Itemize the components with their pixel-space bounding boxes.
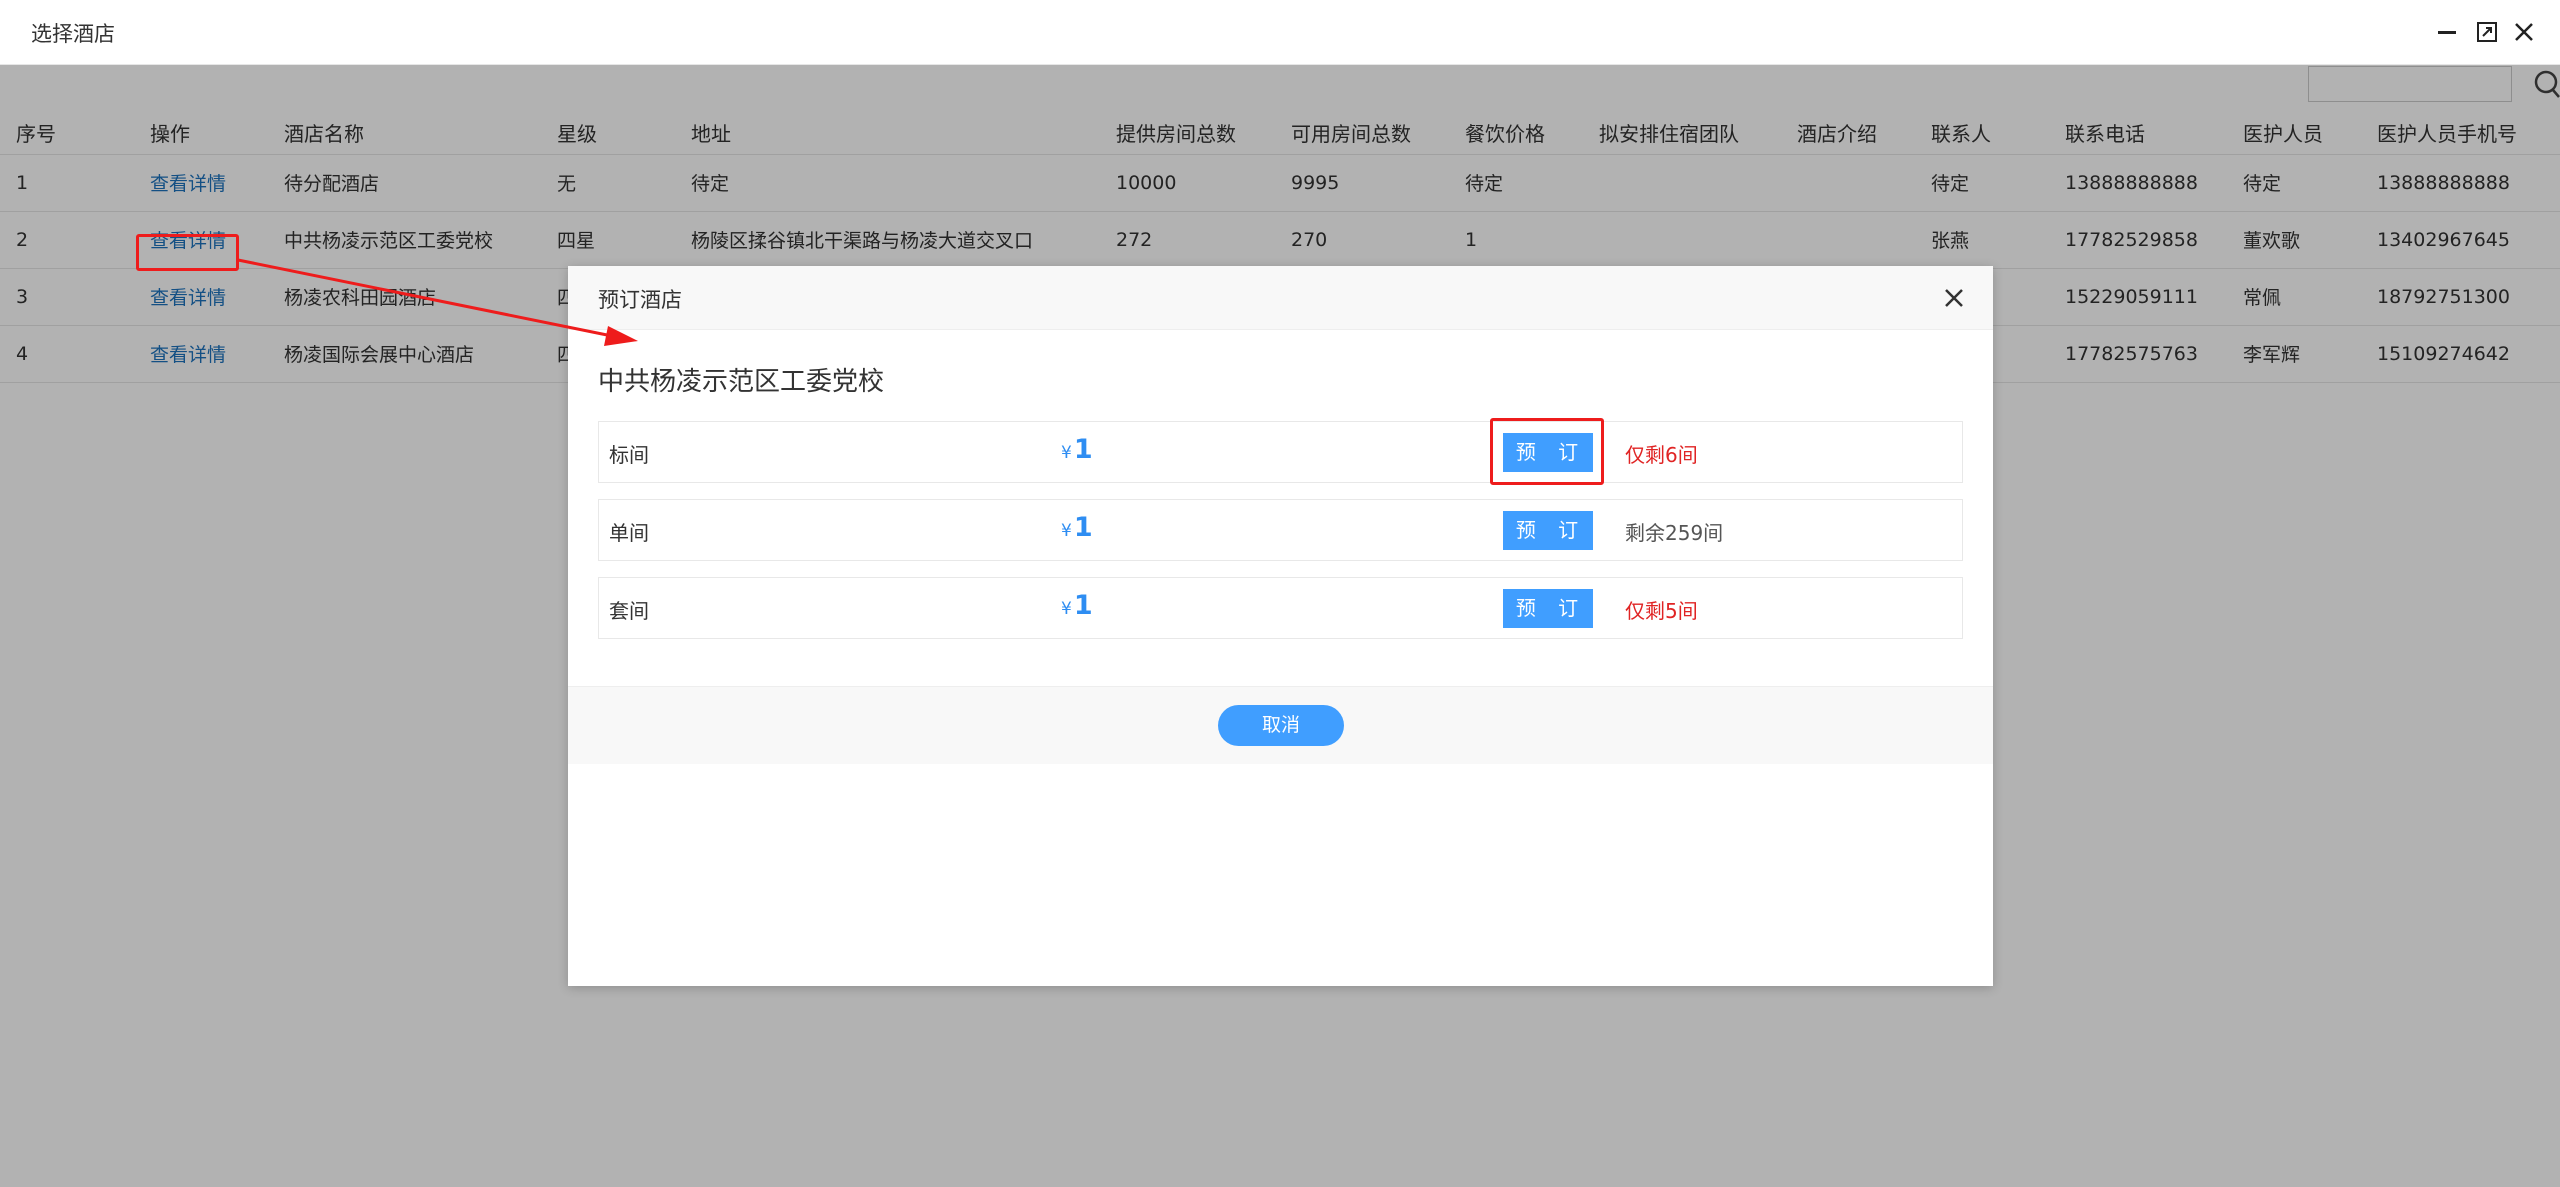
book-button-single[interactable]: 预 订	[1503, 511, 1593, 550]
annotation-highlight-box	[136, 234, 239, 271]
room-row-single: 单间 ¥1 预 订 剩余259间	[598, 499, 1963, 561]
book-button-suite[interactable]: 预 订	[1503, 589, 1593, 628]
cancel-button[interactable]: 取消	[1218, 705, 1344, 746]
room-type: 套间	[609, 599, 649, 623]
modal-footer: 取消	[568, 686, 1993, 764]
room-type: 单间	[609, 521, 649, 545]
modal-header: 预订酒店	[568, 266, 1993, 330]
minimize-icon[interactable]	[2433, 18, 2461, 46]
currency-symbol: ¥	[1061, 599, 1072, 619]
room-price: ¥1	[1061, 590, 1093, 621]
room-stock: 剩余259间	[1625, 521, 1724, 545]
currency-symbol: ¥	[1061, 443, 1072, 463]
modal-close-icon[interactable]	[1938, 282, 1970, 314]
booking-modal: 预订酒店 中共杨凌示范区工委党校 标间 ¥1 预 订 仅剩6间 单间 ¥1 预 …	[568, 266, 1993, 986]
room-price: ¥1	[1061, 512, 1093, 543]
window-titlebar: 选择酒店	[0, 0, 2560, 65]
modal-hotel-name: 中共杨凌示范区工委党校	[598, 367, 885, 397]
window-title: 选择酒店	[31, 22, 115, 46]
currency-symbol: ¥	[1061, 521, 1072, 541]
maximize-icon[interactable]	[2473, 18, 2501, 46]
room-stock: 仅剩6间	[1625, 443, 1698, 467]
room-row-suite: 套间 ¥1 预 订 仅剩5间	[598, 577, 1963, 639]
room-price: ¥1	[1061, 434, 1093, 465]
annotation-highlight-box	[1490, 418, 1604, 485]
price-value: 1	[1073, 590, 1093, 621]
room-type: 标间	[609, 443, 649, 467]
room-row-standard: 标间 ¥1 预 订 仅剩6间	[598, 421, 1963, 483]
modal-title: 预订酒店	[598, 288, 682, 312]
room-stock: 仅剩5间	[1625, 599, 1698, 623]
price-value: 1	[1073, 434, 1093, 465]
close-icon[interactable]	[2510, 18, 2538, 46]
price-value: 1	[1073, 512, 1093, 543]
